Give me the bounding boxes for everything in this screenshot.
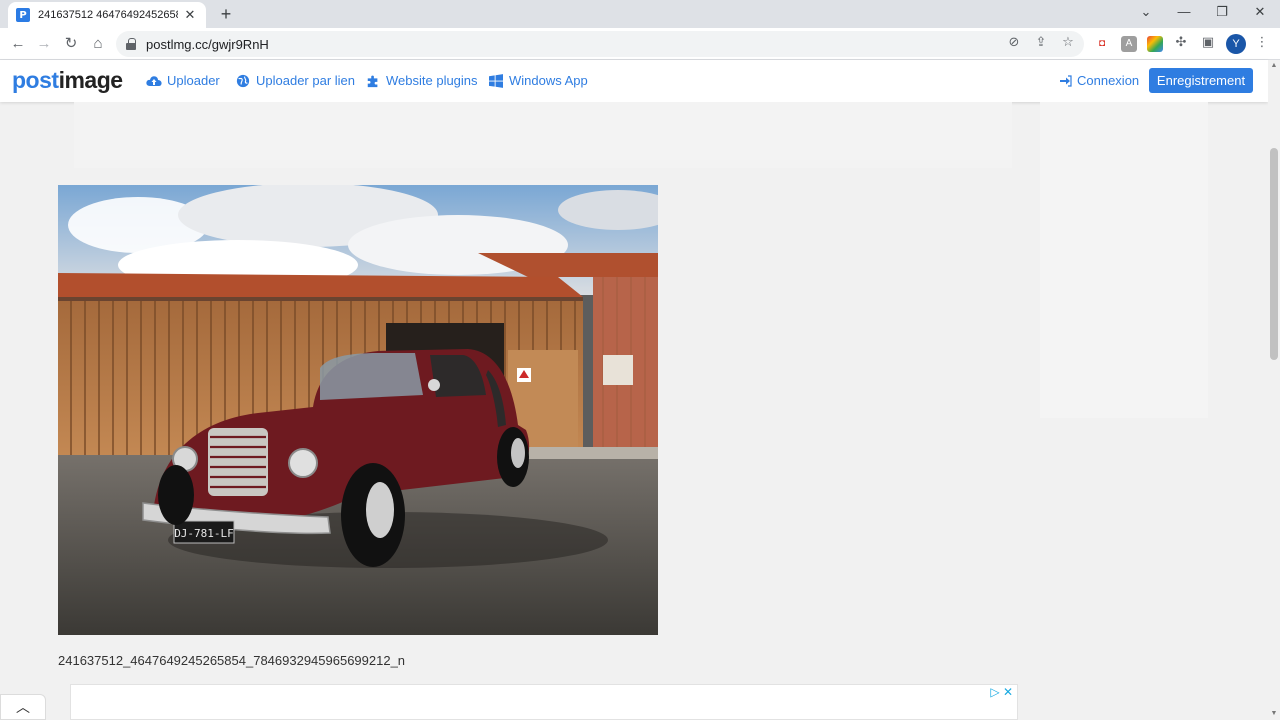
uploaded-image[interactable]: DJ-781-LF [58,185,658,635]
ad-banner-bottom: ▷ ✕ [70,684,1018,720]
windows-logo-icon [489,73,503,88]
side-panel-icon[interactable]: ▣ [1200,34,1216,50]
license-plate: DJ-781-LF [174,527,234,540]
globe-icon [236,74,250,87]
nav-uploader[interactable]: Uploader [146,73,220,88]
login-label: Connexion [1077,73,1140,88]
nav-uploader-label: Uploader [167,73,220,88]
nav-uploader-link[interactable]: Uploader par lien [235,73,355,88]
browser-tab[interactable]: P 241637512 4647649245265854 78469329459… [8,2,206,28]
close-window-icon[interactable]: ✕ [1250,4,1270,20]
scroll-down-icon[interactable]: ▼ [1270,710,1278,718]
nav-windows-app[interactable]: Windows App [488,73,588,88]
browser-toolbar: ← → ↻ ⌂ postlmg.cc/gwjr9RnH ⊘ ⇪ ☆ ◘ A ✣ … [0,28,1280,60]
new-tab-icon[interactable]: + [216,4,236,24]
minimize-icon[interactable]: — [1174,4,1194,19]
bookmark-star-icon[interactable]: ☆ [1060,34,1076,50]
pdf-extension-icon[interactable]: A [1121,36,1137,52]
ad-choices-icon[interactable]: ▷ ✕ [990,685,1013,699]
ad-banner-top [74,102,1012,168]
side-ad-panel [1040,102,1208,418]
back-icon[interactable]: ← [8,34,28,54]
extensions-puzzle-icon[interactable]: ✣ [1173,34,1189,50]
profile-avatar[interactable]: Y [1226,34,1246,54]
url-text: postlmg.cc/gwjr9RnH [146,36,269,52]
logo-post: post [12,67,59,93]
lock-icon [126,38,136,50]
collapse-arrow-icon[interactable]: ︿ [0,694,46,720]
browser-menu-icon[interactable]: ⋮ [1254,34,1270,50]
reload-icon[interactable]: ↻ [61,34,81,54]
home-icon[interactable]: ⌂ [88,34,108,54]
restore-icon[interactable]: ❐ [1212,4,1232,20]
tab-strip: P 241637512 4647649245265854 78469329459… [0,0,1280,28]
nav-uploader-link-label: Uploader par lien [256,73,356,88]
nav-website-plugins[interactable]: Website plugins [365,73,478,88]
tab-search-icon[interactable]: ⌄ [1136,4,1156,20]
puzzle-icon [367,75,378,87]
register-button[interactable]: Enregistrement [1149,68,1253,93]
eye-off-icon[interactable]: ⊘ [1006,34,1022,50]
car-photo: DJ-781-LF [58,185,658,635]
image-filename: 241637512_4647649245265854_7846932945965… [58,653,406,668]
scroll-thumb[interactable] [1270,148,1278,360]
close-tab-icon[interactable]: ✕ [182,7,198,23]
share-icon[interactable]: ⇪ [1033,34,1049,50]
nav-windows-app-label: Windows App [509,73,588,88]
logo-image: image [58,67,123,93]
postimage-favicon-icon: P [16,8,30,22]
scroll-up-icon[interactable]: ▲ [1270,62,1278,70]
address-bar[interactable]: postlmg.cc/gwjr9RnH [116,31,1084,57]
login-link[interactable]: Connexion [1060,73,1139,88]
page-scrollbar[interactable]: ▲ ▼ [1268,60,1280,720]
nav-website-plugins-label: Website plugins [386,73,478,88]
site-header: postimage Uploader Uploader par lien Web… [0,60,1268,102]
cloud-upload-icon [146,75,162,86]
google-extension-icon[interactable] [1147,36,1163,52]
forward-icon[interactable]: → [34,34,54,54]
sign-in-icon [1060,74,1072,87]
postimage-logo[interactable]: postimage [12,67,123,94]
tab-title: 241637512 4647649245265854 7846932945965… [38,9,178,21]
shield-extension-icon[interactable]: ◘ [1094,36,1110,52]
